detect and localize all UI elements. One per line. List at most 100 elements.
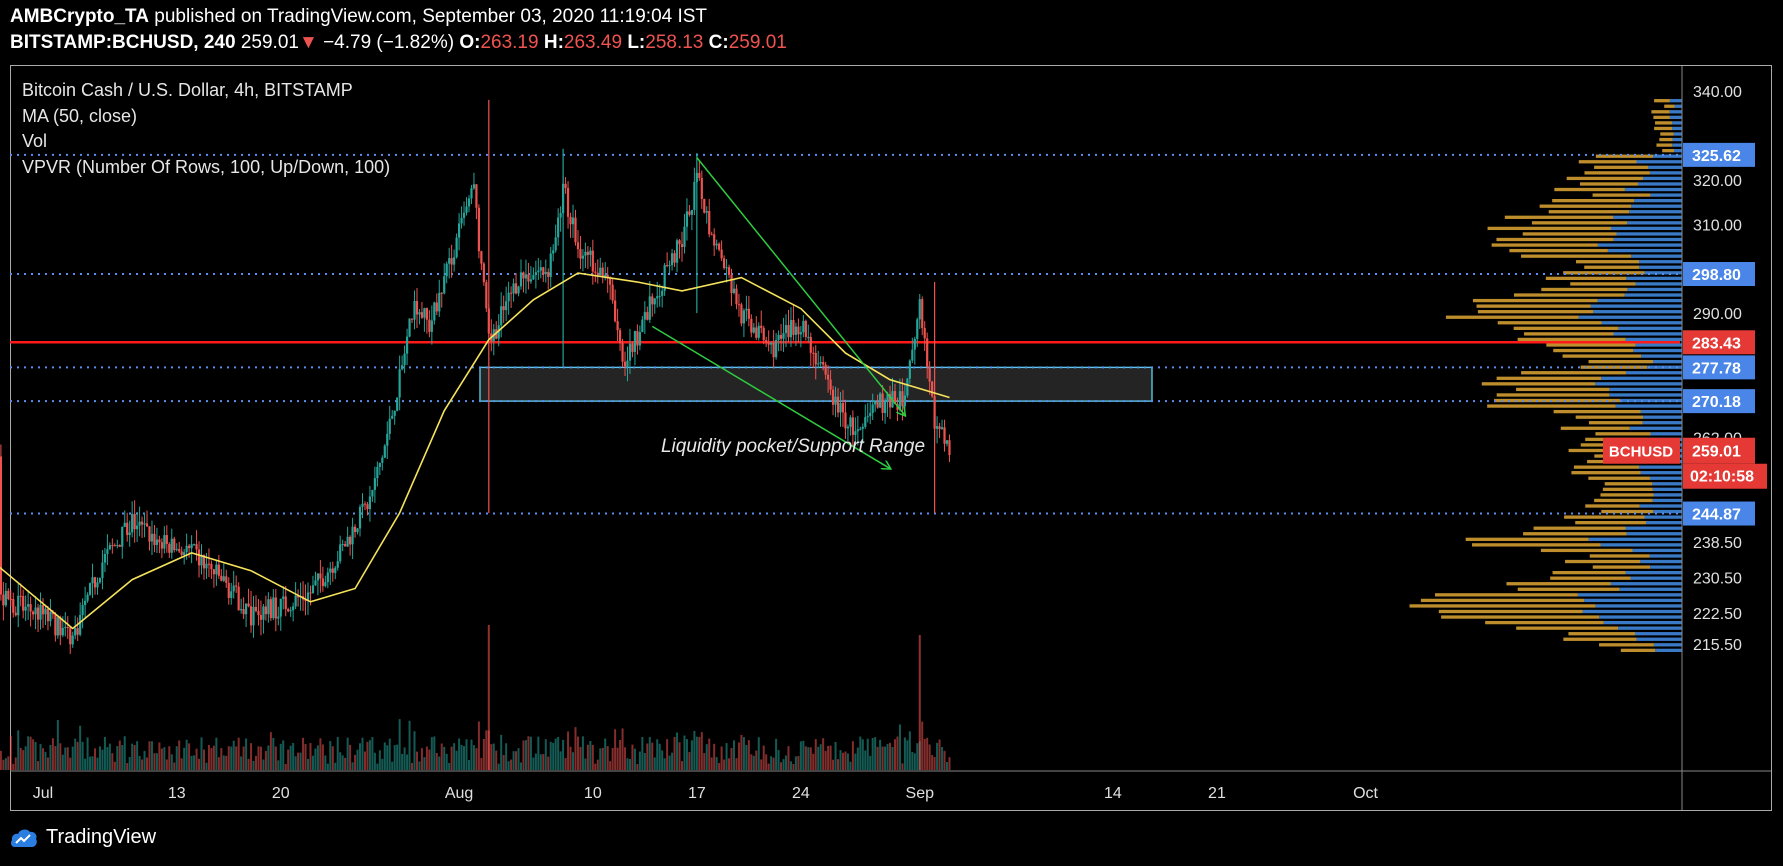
candle-body xyxy=(505,301,508,311)
vpvr-down-row xyxy=(1655,121,1673,125)
candle-body xyxy=(131,513,134,533)
candle-body xyxy=(571,217,575,225)
trendlines[interactable] xyxy=(651,157,905,469)
candle-body xyxy=(170,538,173,553)
zone-annotation[interactable]: Liquidity pocket/Support Range xyxy=(661,436,925,457)
volume-bar xyxy=(49,744,52,770)
vpvr-up-row xyxy=(1640,559,1682,564)
candle-body xyxy=(321,578,324,587)
volume-bar xyxy=(931,755,934,770)
legend-vpvr[interactable]: VPVR (Number Of Rows, 100, Up/Down, 100) xyxy=(22,155,390,181)
candle-body xyxy=(457,223,461,238)
candle-body xyxy=(440,292,443,294)
volume-bar xyxy=(547,756,550,770)
candle-body xyxy=(524,274,528,279)
candle-body xyxy=(418,312,421,315)
vpvr-down-row xyxy=(1564,515,1645,519)
candle-body xyxy=(638,332,641,346)
volume-bar xyxy=(37,761,40,770)
candle-body xyxy=(227,582,230,598)
volume-bar xyxy=(46,757,49,770)
candle-body xyxy=(641,319,644,333)
volume-bar xyxy=(420,748,423,770)
candle-body xyxy=(155,539,159,546)
vpvr-up-row xyxy=(1639,260,1682,264)
volume-bar xyxy=(614,729,617,770)
legend-title[interactable]: Bitcoin Cash / U.S. Dollar, 4h, BITSTAMP xyxy=(22,78,390,104)
y-tick-label: 230.50 xyxy=(1693,570,1742,587)
tradingview-footer[interactable]: TradingView xyxy=(10,826,156,849)
volume-bar xyxy=(604,738,607,770)
candle-body xyxy=(537,270,540,273)
volume-bar xyxy=(27,736,30,770)
volume-bar xyxy=(259,746,262,770)
candle-body xyxy=(329,568,332,573)
volume-bar xyxy=(799,741,802,770)
candle-body xyxy=(175,549,178,551)
volume-bar xyxy=(475,748,478,770)
vpvr-up-row xyxy=(1619,398,1682,403)
volume-bar xyxy=(284,763,287,770)
candle-body xyxy=(249,606,253,626)
candle-body xyxy=(396,397,399,411)
vpvr-up-row xyxy=(1653,643,1682,647)
candle-body xyxy=(29,604,32,612)
volume-bar xyxy=(797,755,800,770)
candle-body xyxy=(185,545,188,553)
candle-body xyxy=(344,544,347,547)
volume-bar xyxy=(371,737,374,770)
volume-bar xyxy=(705,744,708,770)
horizontal-levels[interactable] xyxy=(10,153,1680,515)
candle-body xyxy=(480,251,483,264)
volume-bar xyxy=(22,750,25,770)
volume-bar xyxy=(631,744,634,770)
candle-body xyxy=(366,504,369,510)
vpvr-up-row xyxy=(1609,393,1682,397)
vpvr-up-row xyxy=(1642,421,1682,425)
candle-body xyxy=(326,572,329,583)
candle-body xyxy=(331,568,334,573)
candle-body xyxy=(66,627,69,629)
vpvr-down-row xyxy=(1509,248,1608,253)
vpvr-up-row xyxy=(1610,226,1682,231)
volume-bar xyxy=(671,752,674,770)
volume-bar xyxy=(0,750,2,770)
volume-bar xyxy=(150,741,153,770)
y-tick-label: 310.00 xyxy=(1693,217,1742,234)
volume-bar xyxy=(656,739,659,770)
legend-ma[interactable]: MA (50, close) xyxy=(22,104,390,130)
candle-body xyxy=(195,544,198,550)
vpvr-up-row xyxy=(1674,149,1682,153)
volume-bar xyxy=(373,752,376,770)
candle-body xyxy=(740,304,743,324)
candle-body xyxy=(626,360,629,367)
vpvr-up-row xyxy=(1616,232,1682,236)
candle-body xyxy=(254,606,258,612)
volume-bar xyxy=(874,737,877,770)
vpvr-up-row xyxy=(1638,465,1682,469)
candle-body xyxy=(787,325,790,338)
candle-body xyxy=(666,265,669,267)
vpvr-up-row xyxy=(1613,215,1682,219)
vpvr-down-row xyxy=(1533,526,1626,530)
volume-bar xyxy=(349,744,352,770)
candle-body xyxy=(242,609,245,615)
candle-body xyxy=(113,545,116,547)
volume-bar xyxy=(653,757,656,770)
candle-body xyxy=(720,249,723,259)
candle-body xyxy=(445,263,448,277)
candle-body xyxy=(339,544,342,562)
volume-bar xyxy=(386,745,389,770)
volume-bar xyxy=(136,741,139,770)
candle-body xyxy=(358,506,362,529)
candle-body xyxy=(133,513,136,530)
candle-body xyxy=(542,267,545,275)
volume-bar xyxy=(621,728,624,770)
volume-bar xyxy=(98,746,101,770)
volume-bar xyxy=(695,736,698,770)
candle-body xyxy=(623,361,627,367)
legend-vol[interactable]: Vol xyxy=(22,129,390,155)
candle-body xyxy=(931,381,934,397)
candle-body xyxy=(257,611,260,616)
volume-bar xyxy=(775,738,778,770)
